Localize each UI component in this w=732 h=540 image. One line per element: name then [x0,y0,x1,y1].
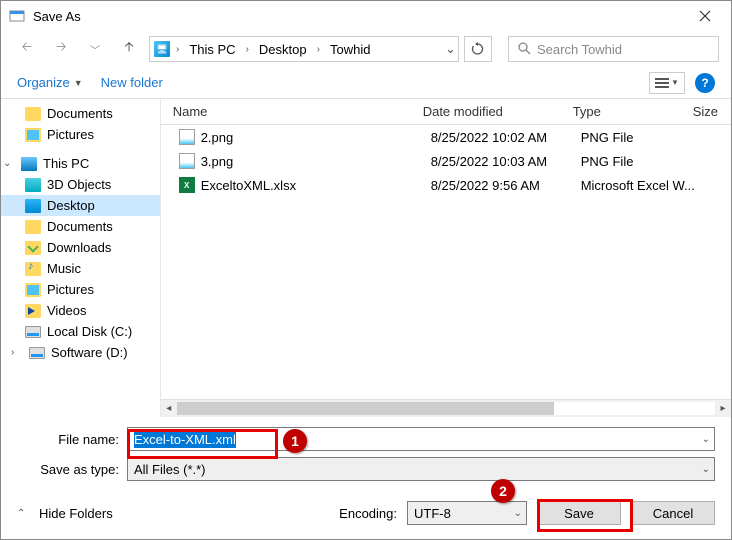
file-name: 2.png [201,130,431,145]
chevron-right-icon[interactable]: › [174,44,181,55]
annotation-badge-1: 1 [283,429,307,453]
encoding-select[interactable]: UTF-8 ⌄ [407,501,527,525]
file-type: PNG File [581,130,721,145]
tree-item-pictures-2[interactable]: Pictures [1,279,160,300]
search-input[interactable]: Search Towhid [508,36,719,62]
save-fields: File name: Excel-to-XML.xml ⌄ Save as ty… [1,417,731,493]
titlebar: Save As [1,1,731,31]
tree-item-this-pc[interactable]: ⌄This PC [1,153,160,174]
help-button[interactable]: ? [695,73,715,93]
chevron-right-icon[interactable]: › [315,44,322,55]
breadcrumb-towhid[interactable]: Towhid [326,40,374,59]
expand-icon[interactable]: ⌃ [17,508,29,519]
file-date: 8/25/2022 10:03 AM [431,154,581,169]
search-placeholder: Search Towhid [537,42,622,57]
tree-item-desktop[interactable]: Desktop [1,195,160,216]
file-row[interactable]: 3.png8/25/2022 10:03 AMPNG File [161,149,731,173]
filetype-dropdown[interactable]: ⌄ [702,464,710,475]
file-date: 8/25/2022 9:56 AM [431,178,581,193]
hide-folders-button[interactable]: Hide Folders [39,506,113,521]
encoding-label: Encoding: [339,506,397,521]
file-row[interactable]: 2.png8/25/2022 10:02 AMPNG File [161,125,731,149]
tree-item-downloads[interactable]: Downloads [1,237,160,258]
nav-recent-button[interactable]: ﹀ [81,36,109,62]
breadcrumb-desktop[interactable]: Desktop [255,40,311,59]
tree-item-3d-objects[interactable]: 3D Objects [1,174,160,195]
close-button[interactable] [683,2,727,30]
tree-item-documents-2[interactable]: Documents [1,216,160,237]
filetype-select[interactable]: All Files (*.*) ⌄ [127,457,715,481]
column-headers: Name Date modified Type Size [161,99,731,125]
search-icon [517,41,531,58]
organize-button[interactable]: Organize ▼ [17,75,83,90]
save-button[interactable]: Save [537,501,621,525]
annotation-badge-2: 2 [491,479,515,503]
col-type-header[interactable]: Type [561,100,681,123]
cancel-button[interactable]: Cancel [631,501,715,525]
view-options-button[interactable]: ▼ [649,72,685,94]
filename-dropdown[interactable]: ⌄ [702,434,710,445]
file-date: 8/25/2022 10:02 AM [431,130,581,145]
file-type: PNG File [581,154,721,169]
footer: ⌃ Hide Folders Encoding: UTF-8 ⌄ Save Ca… [1,493,731,537]
file-name: ExceltoXML.xlsx [201,178,431,193]
tree-item-local-disk-c[interactable]: Local Disk (C:) [1,321,160,342]
address-bar[interactable]: 🖥 › This PC › Desktop › Towhid ⌄ [149,36,459,62]
image-icon [179,153,195,169]
file-row[interactable]: X ExceltoXML.xlsx8/25/2022 9:56 AMMicroso… [161,173,731,197]
col-name-header[interactable]: Name [161,100,411,123]
horizontal-scrollbar[interactable]: ◂ ▸ [161,399,731,417]
breadcrumb-this-pc[interactable]: This PC [185,40,239,59]
scroll-left-button[interactable]: ◂ [161,400,177,417]
encoding-dropdown[interactable]: ⌄ [514,508,522,519]
tree-item-videos[interactable]: Videos [1,300,160,321]
scroll-right-button[interactable]: ▸ [715,400,731,417]
tree-item-software-d[interactable]: ›Software (D:) [1,342,160,363]
filename-input[interactable]: Excel-to-XML.xml ⌄ [127,427,715,451]
filetype-label: Save as type: [17,462,127,477]
col-size-header[interactable]: Size [681,100,731,123]
excel-icon: X [179,177,195,193]
pc-icon: 🖥 [154,41,170,57]
navbar: 🡠 🡢 ﹀ 🡡 🖥 › This PC › Desktop › Towhid ⌄… [1,31,731,67]
app-icon [9,8,25,24]
file-list: Name Date modified Type Size 2.png8/25/2… [161,99,731,417]
file-name: 3.png [201,154,431,169]
nav-forward-button[interactable]: 🡢 [47,36,75,62]
title-text: Save As [33,9,683,24]
nav-tree[interactable]: Documents Pictures ⌄This PC 3D Objects D… [1,99,161,417]
refresh-button[interactable] [464,36,492,62]
scroll-thumb[interactable] [177,402,554,415]
chevron-right-icon[interactable]: › [244,44,251,55]
file-type: Microsoft Excel W... [581,178,721,193]
filename-label: File name: [17,432,127,447]
nav-back-button[interactable]: 🡠 [13,36,41,62]
tree-item-documents[interactable]: Documents [1,103,160,124]
save-as-dialog: Save As 🡠 🡢 ﹀ 🡡 🖥 › This PC › Desktop › … [0,0,732,540]
col-date-header[interactable]: Date modified [411,100,561,123]
nav-up-button[interactable]: 🡡 [115,36,143,62]
toolbar: Organize ▼ New folder ▼ ? [1,67,731,99]
tree-item-music[interactable]: Music [1,258,160,279]
tree-item-pictures[interactable]: Pictures [1,124,160,145]
new-folder-button[interactable]: New folder [101,75,163,90]
image-icon [179,129,195,145]
address-dropdown[interactable]: ⌄ [445,41,456,57]
